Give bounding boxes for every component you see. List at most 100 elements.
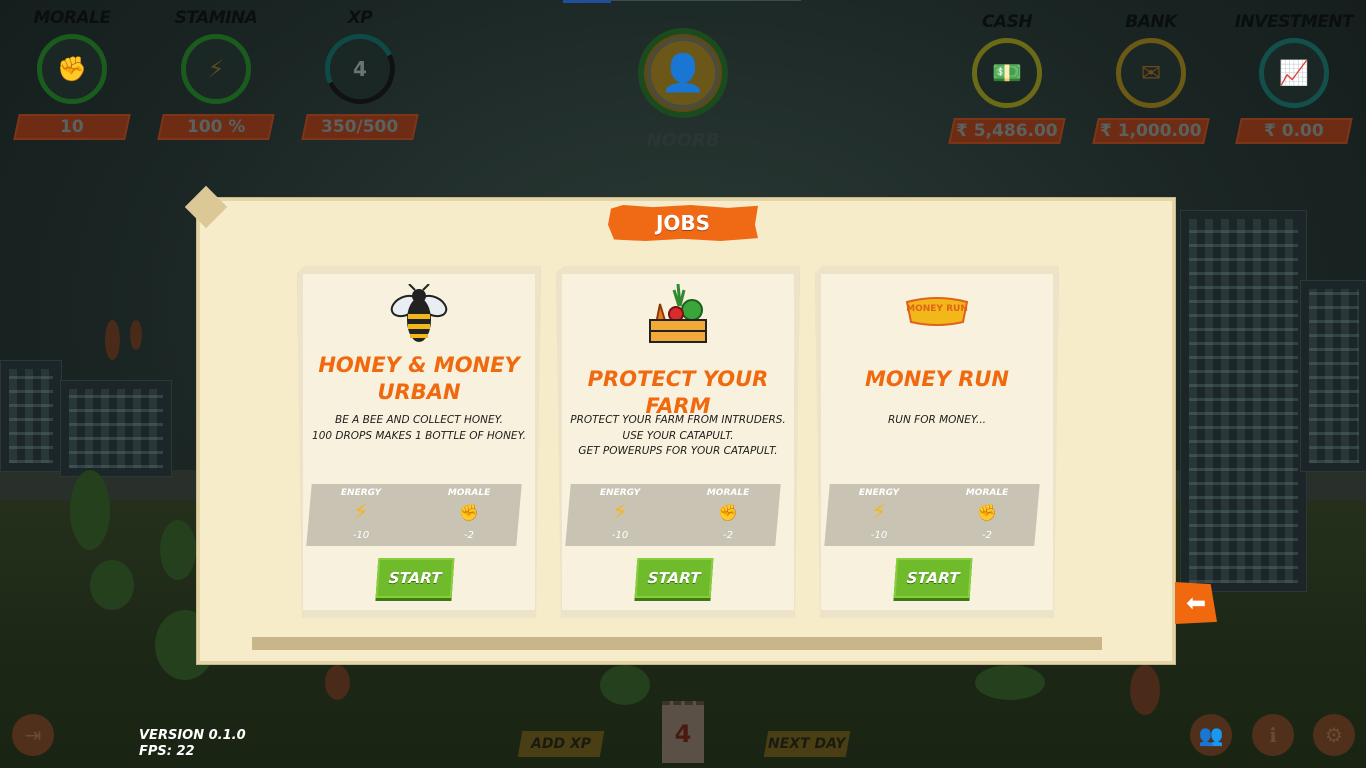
- cash-value: ₹ 5,486.00: [956, 121, 1058, 141]
- stamina-value: 100 %: [186, 117, 246, 137]
- stamina-title: STAMINA: [174, 8, 258, 28]
- morale-title: MORALE: [33, 8, 111, 28]
- job-description: PROTECT YOUR FARM FROM INTRUDERS. USE YO…: [570, 413, 786, 460]
- job-description: BE A BEE AND COLLECT HONEY. 100 DROPS MA…: [311, 413, 527, 444]
- building: [0, 360, 62, 472]
- stamina-stat: STAMINA ⚡ 100 %: [156, 8, 276, 140]
- tree: [600, 665, 650, 705]
- energy-label: ENERGY: [858, 488, 900, 498]
- investment-ring: 📈: [1259, 38, 1329, 108]
- energy-cost: ENERGY ⚡ -10: [331, 488, 391, 541]
- bee-icon: [297, 284, 541, 346]
- horizontal-scrollbar[interactable]: [252, 637, 1102, 650]
- tree: [160, 520, 196, 580]
- user-avatar-icon: 👤: [647, 37, 719, 109]
- job-card-money-run: MONEY RUN MONEY RUN RUN FOR MONEY... ENE…: [815, 266, 1059, 618]
- morale-cost: MORALE ✊ -2: [439, 488, 499, 541]
- start-button[interactable]: START: [634, 558, 714, 598]
- job-cost-box: ENERGY ⚡ -10 MORALE ✊ -2: [824, 484, 1040, 546]
- energy-value: -10: [870, 530, 888, 541]
- tree: [70, 470, 110, 550]
- friends-button[interactable]: 👥: [1190, 714, 1232, 756]
- bank-ring: ✉: [1116, 38, 1186, 108]
- morale-label: MORALE: [447, 488, 491, 498]
- bank-envelope-icon: ✉: [1140, 59, 1162, 87]
- cash-stat: CASH 💵 ₹ 5,486.00: [947, 12, 1067, 144]
- money-run-logo: MONEY RUN: [815, 296, 1059, 328]
- job-title: HONEY & MONEY URBAN: [318, 353, 520, 404]
- tree: [975, 665, 1045, 700]
- energy-cost: ENERGY ⚡ -10: [849, 488, 909, 541]
- version-info: VERSION 0.1.0 FPS: 22: [139, 728, 246, 760]
- lightning-icon: ⚡: [612, 499, 628, 525]
- job-card-honey: HONEY & MONEY URBAN BE A BEE AND COLLECT…: [297, 266, 541, 618]
- job-description-line: USE YOUR CATAPULT.: [622, 429, 734, 442]
- morale-fist-icon: ✊: [718, 502, 738, 522]
- player-profile[interactable]: 👤 NOORB: [628, 28, 738, 151]
- morale-value: -2: [723, 530, 734, 541]
- tree: [325, 665, 350, 700]
- logo-text: MONEY RUN: [906, 304, 968, 314]
- top-tab-indicator: [563, 0, 611, 3]
- job-description-line: RUN FOR MONEY...: [888, 414, 986, 426]
- start-button[interactable]: START: [375, 558, 455, 598]
- back-arrow-icon: ⬅: [1185, 589, 1207, 617]
- bank-title: BANK: [1125, 12, 1177, 32]
- investment-value: ₹ 0.00: [1264, 121, 1324, 141]
- tree: [130, 320, 142, 350]
- xp-ribbon: 350/500: [301, 114, 419, 140]
- energy-label: ENERGY: [599, 488, 641, 498]
- tree: [1130, 665, 1160, 715]
- back-button[interactable]: ⬅: [1175, 582, 1217, 624]
- morale-fist-icon: ✊: [977, 502, 997, 522]
- version-text: VERSION 0.1.0: [139, 728, 246, 743]
- settings-button[interactable]: ⚙: [1313, 714, 1355, 756]
- job-cost-box: ENERGY ⚡ -10 MORALE ✊ -2: [306, 484, 522, 546]
- job-title: PROTECT YOUR FARM: [587, 367, 769, 418]
- player-name: NOORB: [646, 130, 720, 151]
- job-card-farm: PROTECT YOUR FARM PROTECT YOUR FARM FROM…: [556, 266, 800, 618]
- tree: [90, 560, 134, 610]
- day-number: 4: [674, 720, 692, 748]
- exit-button[interactable]: ⇥: [12, 714, 54, 756]
- job-title: MONEY RUN: [865, 367, 1009, 391]
- next-day-button[interactable]: NEXT DAY: [763, 731, 851, 757]
- building: [60, 380, 172, 477]
- investment-ribbon: ₹ 0.00: [1235, 118, 1353, 144]
- xp-value: 350/500: [321, 117, 399, 137]
- add-xp-button[interactable]: ADD XP: [517, 731, 605, 757]
- morale-fist-icon: ✊: [57, 55, 87, 83]
- avatar[interactable]: 👤: [638, 28, 728, 118]
- morale-value: -2: [982, 530, 993, 541]
- bank-value: ₹ 1,000.00: [1100, 121, 1202, 141]
- energy-cost: ENERGY ⚡ -10: [590, 488, 650, 541]
- cash-ribbon: ₹ 5,486.00: [948, 118, 1066, 144]
- start-button[interactable]: START: [893, 558, 973, 598]
- job-description: RUN FOR MONEY...: [829, 413, 1045, 429]
- top-tab-track: [611, 0, 801, 1]
- tree: [105, 320, 120, 360]
- job-description-line: GET POWERUPS FOR YOUR CATAPULT.: [578, 445, 778, 457]
- fps-text: FPS: 22: [139, 744, 195, 759]
- building: [1180, 210, 1307, 592]
- exit-door-icon: ⇥: [24, 723, 42, 747]
- xp-progress-ring: 4: [325, 34, 395, 104]
- investment-chart-icon: 📈: [1279, 59, 1309, 87]
- job-description-line: 100 DROPS MAKES 1 BOTTLE OF HONEY.: [312, 429, 526, 442]
- bank-stat: BANK ✉ ₹ 1,000.00: [1091, 12, 1211, 144]
- lightning-icon: ⚡: [871, 499, 887, 525]
- xp-stat: XP 4 350/500: [300, 8, 420, 140]
- group-icon: 👥: [1198, 723, 1224, 747]
- info-button[interactable]: i: [1252, 714, 1294, 756]
- cash-title: CASH: [981, 12, 1033, 32]
- lightning-icon: ⚡: [353, 499, 369, 525]
- job-description-line: BE A BEE AND COLLECT HONEY.: [334, 414, 504, 426]
- cash-stack-icon: 💵: [992, 59, 1022, 87]
- morale-cost: MORALE ✊ -2: [957, 488, 1017, 541]
- stamina-ring: ⚡: [181, 34, 251, 104]
- job-description-line: PROTECT YOUR FARM FROM INTRUDERS.: [570, 414, 786, 426]
- bank-ribbon: ₹ 1,000.00: [1092, 118, 1210, 144]
- stamina-ribbon: 100 %: [157, 114, 275, 140]
- cash-ring: 💵: [972, 38, 1042, 108]
- job-cost-box: ENERGY ⚡ -10 MORALE ✊ -2: [565, 484, 781, 546]
